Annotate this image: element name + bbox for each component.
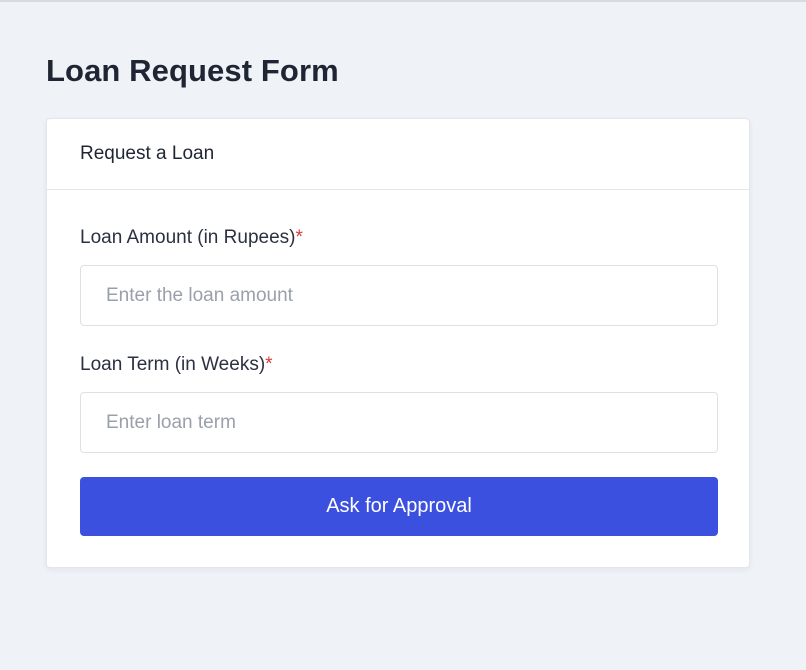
required-indicator: * xyxy=(265,354,273,375)
card-header: Request a Loan xyxy=(47,119,749,190)
loan-term-label-text: Loan Term (in Weeks) xyxy=(80,354,266,375)
loan-term-label: Loan Term (in Weeks)* xyxy=(80,353,273,377)
card-header-title: Request a Loan xyxy=(80,143,215,164)
loan-amount-label: Loan Amount (in Rupees)* xyxy=(80,226,303,250)
loan-amount-input[interactable] xyxy=(80,265,718,326)
ask-for-approval-button[interactable]: Ask for Approval xyxy=(80,477,718,536)
page-title: Loan Request Form xyxy=(46,53,339,88)
required-indicator: * xyxy=(295,227,303,248)
loan-amount-label-text: Loan Amount (in Rupees) xyxy=(80,227,296,248)
loan-request-card: Request a Loan Loan Amount (in Rupees)* … xyxy=(46,118,750,568)
loan-term-input[interactable] xyxy=(80,392,718,453)
top-edge-divider xyxy=(0,0,806,2)
